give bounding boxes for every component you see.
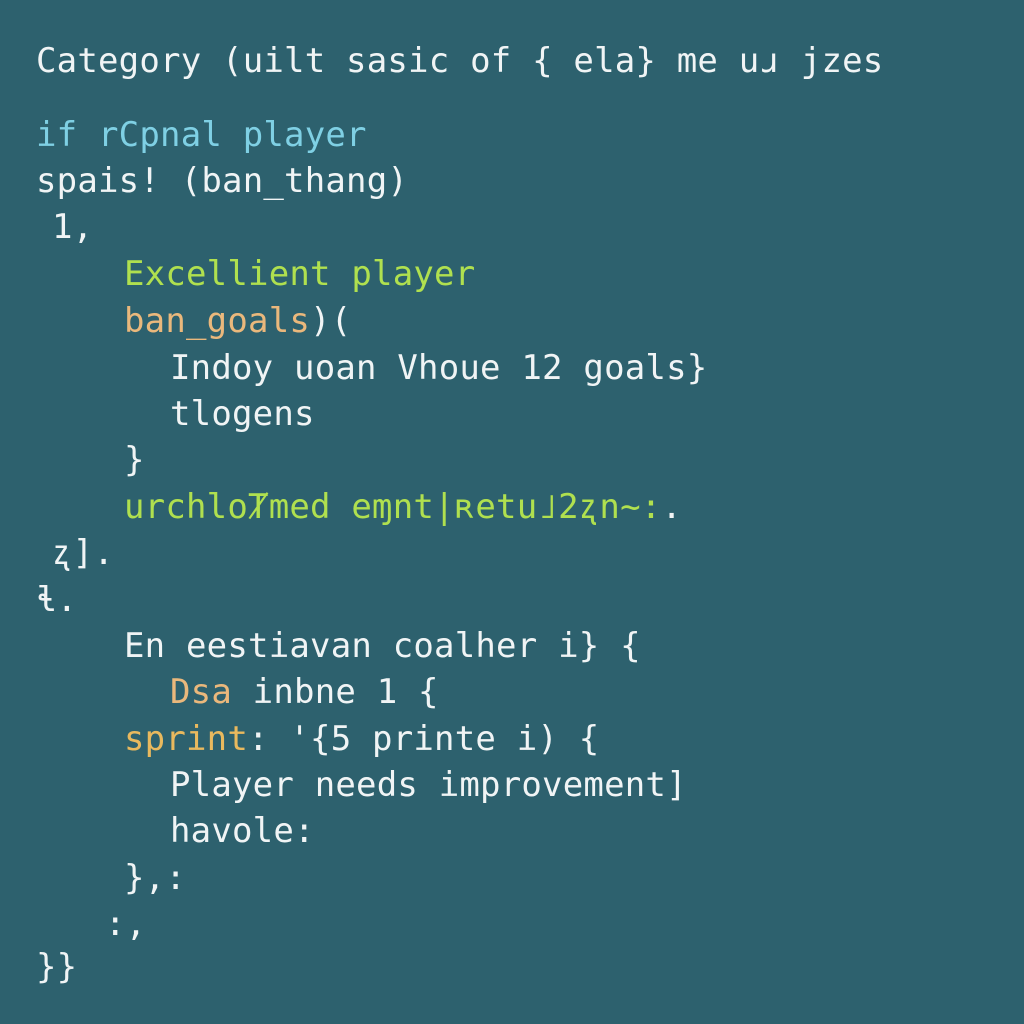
code-token: . — [661, 487, 683, 527]
code-token: if — [36, 115, 99, 155]
code-token: rCpnal player — [98, 115, 367, 155]
code-token: ban_goals — [124, 301, 311, 341]
code-line[interactable]: havole: — [0, 808, 1024, 854]
code-token: sprint — [124, 719, 249, 759]
code-line[interactable]: En eestiavan coalher i} { — [0, 623, 1024, 669]
code-line[interactable]: Indoy uoan Vhoue 12 goals} — [0, 345, 1024, 391]
code-line[interactable]: tlogens — [0, 391, 1024, 437]
code-token: Excellient player — [124, 254, 476, 294]
code-token: tlogens — [170, 394, 315, 434]
code-token: inbne 1 { — [232, 672, 439, 712]
code-line[interactable]: sprint: '{5 printe i) { — [0, 716, 1024, 762]
code-line[interactable]: }} — [0, 944, 1024, 990]
code-token: } — [124, 440, 145, 480]
code-token: :, — [105, 904, 147, 944]
code-token: . — [93, 533, 115, 573]
code-line[interactable]: if rCpnal player — [0, 112, 1024, 158]
code-line[interactable]: :, — [0, 901, 1024, 947]
code-line[interactable]: Dsa inbne 1 { — [0, 669, 1024, 715]
code-token: Category (uilt sasic of { ela} me uɹ jze… — [36, 41, 884, 81]
code-line[interactable]: ban_goals)( — [0, 298, 1024, 344]
code-line[interactable]: Player needs improvement] — [0, 762, 1024, 808]
code-token: spais! (ban_thang) — [36, 161, 409, 201]
code-token: Player needs improvement] — [170, 765, 687, 805]
code-token: : '{5 printe i) { — [248, 719, 600, 759]
code-token: urchloȾmed eɱnt|ʀetu˩2ʐn~: — [124, 487, 662, 527]
code-token: ɬ. — [36, 580, 78, 620]
code-line[interactable]: spais! (ban_thang) — [0, 158, 1024, 204]
code-token: 1, — [52, 207, 94, 247]
code-token: }} — [36, 947, 78, 987]
code-token: Dsa — [170, 672, 233, 712]
code-line[interactable]: ʐ]. — [0, 530, 1024, 576]
code-line[interactable]: 1, — [0, 204, 1024, 250]
code-token: },: — [124, 858, 187, 898]
code-token: Indoy uoan Vhoue 12 goals} — [170, 348, 708, 388]
code-token: )( — [310, 301, 352, 341]
code-line[interactable]: urchloȾmed eɱnt|ʀetu˩2ʐn~:. — [0, 484, 1024, 530]
code-text-surface[interactable]: Category (uilt sasic of { ela} me uɹ jze… — [0, 0, 1024, 1024]
code-token: ʐ] — [52, 533, 94, 573]
code-line[interactable]: Excellient player — [0, 251, 1024, 297]
code-line[interactable]: ɬ. — [0, 577, 1024, 623]
code-token: En eestiavan coalher i} { — [124, 626, 641, 666]
code-line[interactable]: } — [0, 437, 1024, 483]
code-editor-window: Category (uilt sasic of { ela} me uɹ jze… — [0, 0, 1024, 1024]
code-line[interactable]: Category (uilt sasic of { ela} me uɹ jze… — [0, 38, 1024, 84]
code-line[interactable]: },: — [0, 855, 1024, 901]
code-token: havole: — [170, 811, 315, 851]
